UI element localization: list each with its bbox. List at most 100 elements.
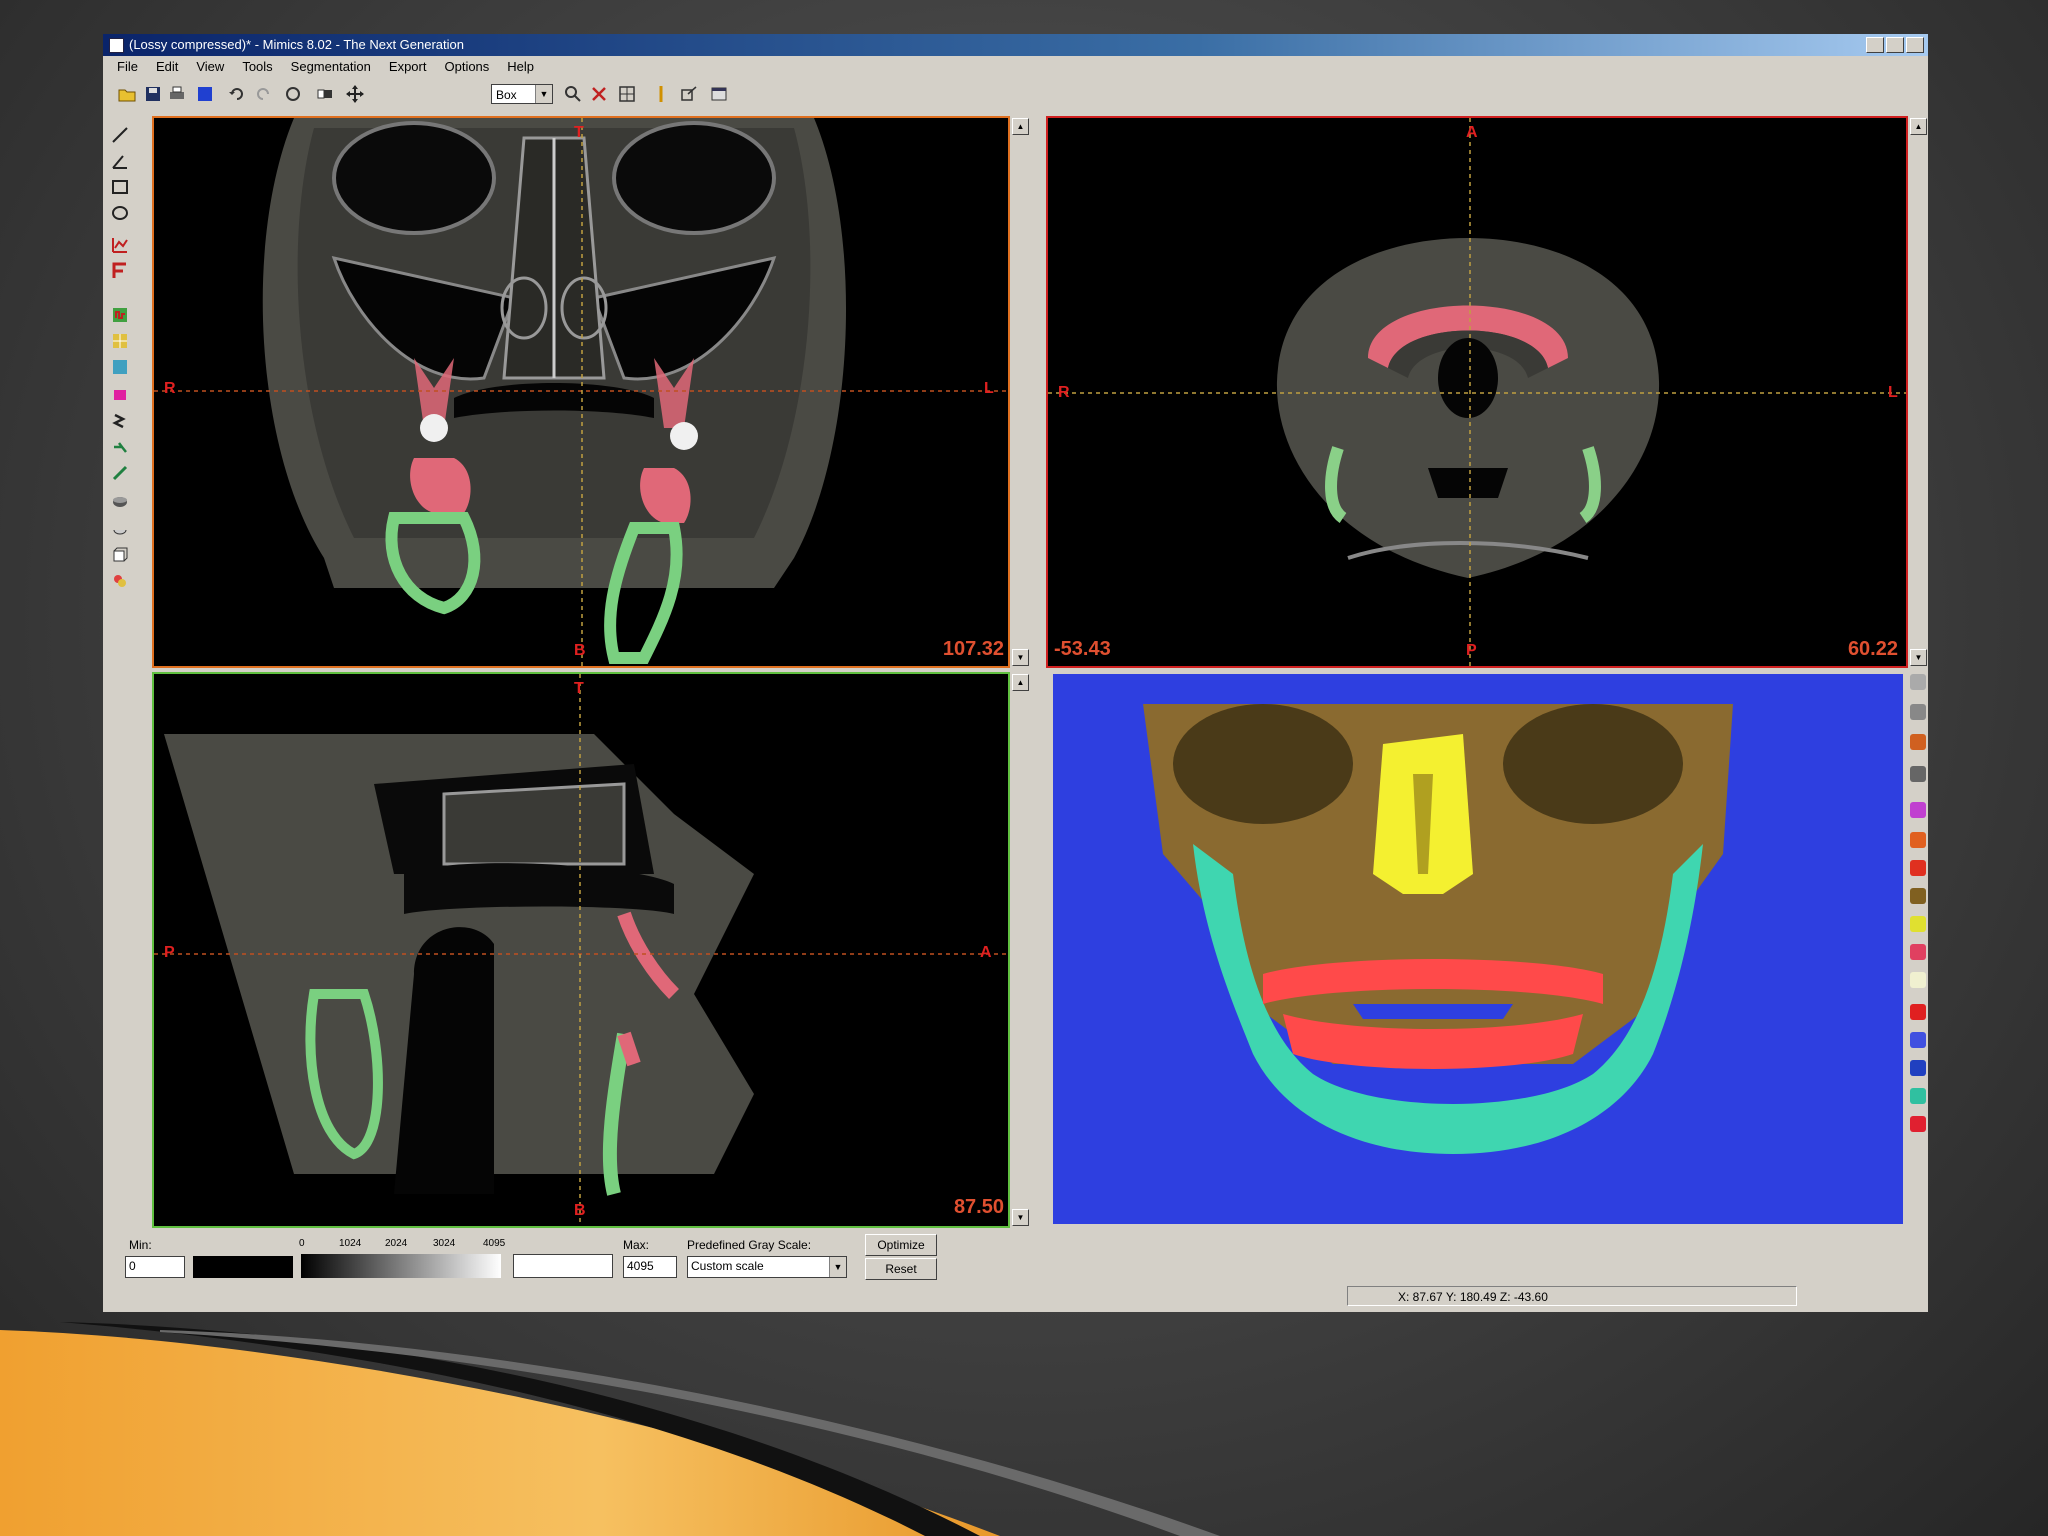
sagittal-scrollbar[interactable]: ▲ ▼: [1011, 672, 1029, 1228]
edit-mask-icon[interactable]: [111, 332, 129, 350]
undo-icon[interactable]: [227, 84, 247, 104]
menu-help[interactable]: Help: [507, 56, 534, 78]
axial-label-left: R: [1058, 384, 1070, 401]
axial-slice-position: 60.22: [1847, 638, 1898, 660]
minimize-button[interactable]: [1866, 37, 1884, 53]
cavity-fill-icon[interactable]: [111, 546, 129, 564]
axial-label-right: L: [1888, 384, 1898, 401]
object-red2-icon[interactable]: [1910, 1004, 1926, 1020]
redo-icon[interactable]: [253, 84, 273, 104]
project-icon[interactable]: [195, 84, 215, 104]
pan-hand-icon[interactable]: [283, 84, 303, 104]
predefined-gray-scale-select[interactable]: Custom scale ▼: [687, 1256, 847, 1278]
object-teal-icon[interactable]: [1910, 1088, 1926, 1104]
pan-icon[interactable]: [1910, 704, 1926, 720]
layout-icon[interactable]: [617, 84, 637, 104]
menu-bar: File Edit View Tools Segmentation Export…: [103, 56, 1928, 78]
menu-view[interactable]: View: [196, 56, 224, 78]
line-icon[interactable]: [111, 126, 129, 144]
sagittal-view[interactable]: T P A B 87.50: [152, 672, 1010, 1228]
close-button[interactable]: [1906, 37, 1924, 53]
optimize-button[interactable]: Optimize: [865, 1234, 937, 1256]
open-folder-icon[interactable]: [117, 84, 137, 104]
print-icon[interactable]: [167, 84, 187, 104]
maximize-button[interactable]: [1886, 37, 1904, 53]
min-label: Min:: [129, 1238, 152, 1252]
tick-4095: 4095: [483, 1238, 506, 1249]
object-white-icon[interactable]: [1910, 972, 1926, 988]
measure-icon[interactable]: [651, 84, 671, 104]
min-value-input[interactable]: 0: [125, 1256, 185, 1278]
menu-edit[interactable]: Edit: [156, 56, 178, 78]
window-title: (Lossy compressed)* - Mimics 8.02 - The …: [129, 37, 464, 52]
profile-icon[interactable]: [111, 236, 129, 254]
object-red3-icon[interactable]: [1910, 1116, 1926, 1132]
object-yellow-icon[interactable]: [1910, 916, 1926, 932]
coronal-view[interactable]: T R L B 107.32: [152, 116, 1010, 668]
mode-select[interactable]: Box ▼: [491, 84, 553, 104]
axial-label-bottom: P: [1466, 642, 1477, 659]
angle-icon[interactable]: [111, 152, 129, 170]
menu-options[interactable]: Options: [444, 56, 489, 78]
predefined-gray-scale-label: Predefined Gray Scale:: [687, 1238, 812, 1252]
export-icon[interactable]: [679, 84, 699, 104]
mimics-window: (Lossy compressed)* - Mimics 8.02 - The …: [103, 34, 1928, 1312]
status-coordinates: X: 87.67 Y: 180.49 Z: -43.60: [1347, 1286, 1797, 1306]
scroll-up-arrow-icon[interactable]: ▲: [1910, 118, 1927, 135]
right-toolbar: [1908, 674, 1928, 1214]
object-orange-icon[interactable]: [1910, 832, 1926, 848]
multi-slice-edit-icon[interactable]: [111, 358, 129, 376]
axial-view[interactable]: A R L P -53.43 60.22: [1046, 116, 1908, 668]
menu-file[interactable]: File: [117, 56, 138, 78]
grayscale-histogram[interactable]: [301, 1254, 613, 1278]
left-toolbar: [109, 126, 131, 686]
scroll-down-arrow-icon[interactable]: ▼: [1012, 1209, 1029, 1226]
sagittal-label-bottom: B: [574, 1202, 586, 1219]
coronal-label-right: L: [984, 380, 994, 397]
scroll-down-arrow-icon[interactable]: ▼: [1012, 649, 1029, 666]
cut-icon[interactable]: [589, 84, 609, 104]
threshold-icon[interactable]: [111, 262, 129, 280]
object-blue-icon[interactable]: [1910, 1032, 1926, 1048]
wrap-icon[interactable]: [111, 518, 129, 536]
morphology-icon[interactable]: [111, 386, 129, 404]
scroll-up-arrow-icon[interactable]: ▲: [1012, 674, 1029, 691]
coronal-scrollbar[interactable]: ▲ ▼: [1011, 116, 1029, 668]
menu-export[interactable]: Export: [389, 56, 427, 78]
3d-view[interactable]: [1053, 674, 1903, 1224]
contrast-icon[interactable]: [315, 84, 335, 104]
coronal-slice-image: [154, 118, 1008, 666]
scroll-down-arrow-icon[interactable]: ▼: [1910, 649, 1927, 666]
palette-icon[interactable]: [111, 572, 129, 590]
menu-segmentation[interactable]: Segmentation: [291, 56, 371, 78]
save-icon[interactable]: [143, 84, 163, 104]
move-icon[interactable]: [345, 84, 365, 104]
object-brown-icon[interactable]: [1910, 888, 1926, 904]
max-value-input[interactable]: 4095: [623, 1256, 677, 1278]
boolean-icon[interactable]: [111, 412, 129, 430]
axial-scrollbar[interactable]: ▲ ▼: [1909, 116, 1927, 668]
sagittal-slice-position: 87.50: [953, 1196, 1004, 1218]
mode-select-value: Box: [496, 88, 517, 102]
object-darkblue-icon[interactable]: [1910, 1060, 1926, 1076]
region-grow-icon[interactable]: [111, 306, 129, 324]
smooth-icon[interactable]: [111, 492, 129, 510]
properties-icon[interactable]: [709, 84, 729, 104]
reset-view-icon[interactable]: [1910, 766, 1926, 782]
fill-icon[interactable]: [111, 438, 129, 456]
rectangle-icon[interactable]: [111, 178, 129, 196]
zoom-icon[interactable]: [563, 84, 583, 104]
zoom-icon[interactable]: [1910, 734, 1926, 750]
calculate-3d-icon[interactable]: [111, 464, 129, 482]
tick-2024: 2024: [385, 1238, 408, 1249]
reset-button[interactable]: Reset: [865, 1258, 937, 1280]
object-red-icon[interactable]: [1910, 860, 1926, 876]
coronal-label-top: T: [574, 124, 584, 141]
ellipse-icon[interactable]: [111, 204, 129, 222]
menu-tools[interactable]: Tools: [242, 56, 272, 78]
max-value: 4095: [627, 1259, 654, 1273]
object-pink-icon[interactable]: [1910, 944, 1926, 960]
object-purple-icon[interactable]: [1910, 802, 1926, 818]
scroll-up-arrow-icon[interactable]: ▲: [1012, 118, 1029, 135]
rotate-icon[interactable]: [1910, 674, 1926, 690]
